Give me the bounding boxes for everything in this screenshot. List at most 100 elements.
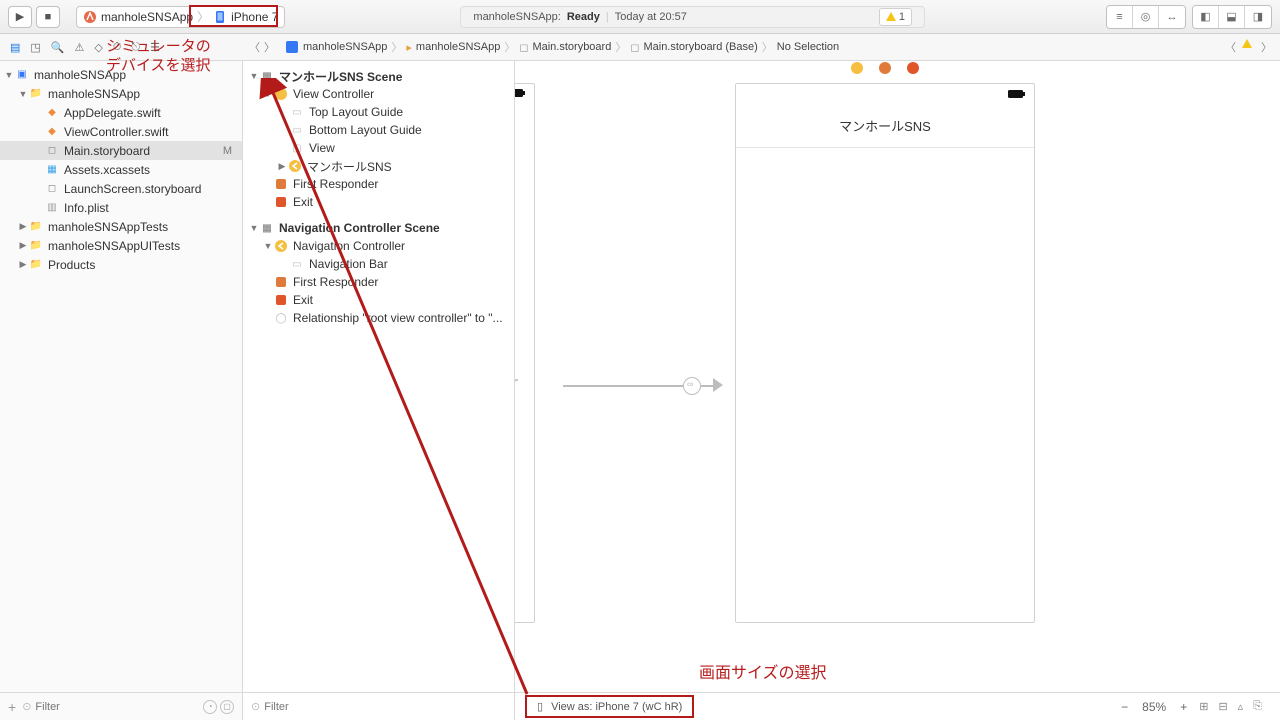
outline-filter-input[interactable]: [260, 701, 506, 713]
align-button[interactable]: ⊞: [1199, 700, 1208, 713]
toggle-debug-button[interactable]: ⬓: [1219, 6, 1245, 28]
crumb-base: Main.storyboard (Base): [643, 41, 757, 53]
jump-back-button[interactable]: 〈: [249, 39, 260, 55]
file-label: AppDelegate.swift: [64, 106, 161, 120]
embed-button[interactable]: ⎘: [1253, 700, 1262, 713]
pin-button[interactable]: ⊟: [1218, 700, 1227, 713]
breakpoint-navigator-tab[interactable]: ⎋: [131, 41, 140, 54]
jump-bar[interactable]: manholeSNSApp〉 ▸ manholeSNSApp〉 ◻ Main.s…: [281, 39, 843, 55]
file-row[interactable]: ◆ViewController.swift: [0, 122, 242, 141]
relationship-segue[interactable]: [563, 373, 733, 399]
project-row[interactable]: ▼ ▣ manholeSNSApp: [0, 65, 242, 84]
navcontroller-row[interactable]: ▼ Navigation Controller: [243, 237, 514, 255]
scene-row[interactable]: ▼▦ マンホールSNS Scene: [243, 67, 514, 85]
group-row[interactable]: ▶📁manholeSNSAppUITests: [0, 236, 242, 255]
navcontroller-scene-view[interactable]: [515, 83, 535, 623]
group-row[interactable]: ▼ 📁 manholeSNSApp: [0, 84, 242, 103]
test-navigator-tab[interactable]: ◇: [94, 41, 102, 54]
outline-label: Navigation Bar: [309, 257, 388, 271]
toggle-navigator-button[interactable]: ◧: [1193, 6, 1219, 28]
project-navigator: ▼ ▣ manholeSNSApp ▼ 📁 manholeSNSApp ◆App…: [0, 61, 243, 692]
relationship-row[interactable]: ◯Relationship "root view controller" to …: [243, 309, 514, 327]
group-label: Products: [48, 258, 95, 272]
symbol-navigator-tab[interactable]: 🔍: [51, 41, 65, 54]
add-button[interactable]: +: [8, 699, 16, 715]
first-responder-dot-icon[interactable]: [879, 62, 891, 74]
group-label: manholeSNSApp: [48, 87, 140, 101]
file-row-selected[interactable]: ◻Main.storyboard M: [0, 141, 242, 160]
exit-row[interactable]: Exit: [243, 193, 514, 211]
project-name: manholeSNSApp: [34, 68, 126, 82]
toggle-inspector-button[interactable]: ◨: [1245, 6, 1271, 28]
viewcontroller-scene-view[interactable]: マンホールSNS: [735, 83, 1035, 623]
issue-count-label: 1: [899, 11, 905, 23]
navigator-filter-bar: + ⊙ ◔ ▢: [0, 693, 243, 720]
outline-label: マンホールSNS: [307, 158, 392, 175]
stop-button[interactable]: ■: [36, 6, 60, 28]
layout-guide-row[interactable]: ▭Bottom Layout Guide: [243, 121, 514, 139]
exit-dot-icon[interactable]: [907, 62, 919, 74]
device-outline-icon: ▯: [537, 700, 543, 713]
file-label: Main.storyboard: [64, 144, 150, 158]
report-navigator-tab[interactable]: ☰: [150, 41, 160, 54]
source-control-navigator-tab[interactable]: ◳: [30, 41, 40, 54]
jump-forward-button[interactable]: 〉: [264, 39, 275, 55]
zoom-in-button[interactable]: +: [1180, 700, 1187, 714]
file-row[interactable]: ◻LaunchScreen.storyboard: [0, 179, 242, 198]
first-responder-row[interactable]: First Responder: [243, 273, 514, 291]
navitem-row[interactable]: ▶ マンホールSNS: [243, 157, 514, 175]
filter-icon: ⊙: [22, 700, 31, 713]
scheme-selector[interactable]: manholeSNSApp 〉 iPhone 7: [76, 6, 285, 28]
navbar-row[interactable]: ▭Navigation Bar: [243, 255, 514, 273]
debug-navigator-tab[interactable]: ⏱: [113, 41, 122, 54]
group-row[interactable]: ▶📁manholeSNSAppTests: [0, 217, 242, 236]
run-button[interactable]: ▶: [8, 6, 32, 28]
navigator-filter-input[interactable]: [31, 701, 200, 713]
ib-canvas[interactable]: r マンホールSNS: [515, 61, 1280, 692]
file-row[interactable]: ▦Assets.xcassets: [0, 160, 242, 179]
navigator-selector: ▤ ◳ 🔍 ⚠ ◇ ⏱ ⎋ ☰: [0, 41, 243, 54]
viewcontroller-row[interactable]: ▼ View Controller: [243, 85, 514, 103]
view-as-label: View as: iPhone 7 (wC hR): [551, 701, 682, 713]
zoom-out-button[interactable]: −: [1121, 700, 1128, 714]
next-file-button[interactable]: 〉: [1261, 39, 1272, 55]
exit-row[interactable]: Exit: [243, 291, 514, 309]
outline-label: First Responder: [293, 177, 378, 191]
first-responder-row[interactable]: First Responder: [243, 175, 514, 193]
version-editor-button[interactable]: ↔: [1159, 6, 1185, 28]
file-label: LaunchScreen.storyboard: [64, 182, 201, 196]
file-row[interactable]: ▥Info.plist: [0, 198, 242, 217]
outline-label: First Responder: [293, 275, 378, 289]
group-row[interactable]: ▶📁Products: [0, 255, 242, 274]
file-label: ViewController.swift: [64, 125, 168, 139]
vc-dot-icon[interactable]: [851, 62, 863, 74]
file-row[interactable]: ◆AppDelegate.swift: [0, 103, 242, 122]
document-outline: ▼▦ マンホールSNS Scene ▼ View Controller ▭Top…: [243, 61, 515, 692]
file-label: Assets.xcassets: [64, 163, 150, 177]
outline-label: Top Layout Guide: [309, 105, 403, 119]
outline-label: Exit: [293, 293, 313, 307]
find-navigator-tab[interactable]: ⚠: [75, 41, 85, 54]
assistant-editor-button[interactable]: ◎: [1133, 6, 1159, 28]
battery-icon: [515, 88, 526, 98]
project-navigator-tab[interactable]: ▤: [10, 41, 20, 54]
navcontroller-placeholder-text: r: [515, 371, 518, 397]
view-row[interactable]: ▢View: [243, 139, 514, 157]
standard-editor-button[interactable]: ≡: [1107, 6, 1133, 28]
scheme-device-label: iPhone 7: [231, 10, 278, 24]
outline-label: Relationship "root view controller" to "…: [293, 311, 503, 325]
outline-label: View: [309, 141, 335, 155]
recent-filter-button[interactable]: ◔: [203, 700, 217, 714]
view-as-control[interactable]: ▯ View as: iPhone 7 (wC hR): [525, 695, 694, 718]
outline-label: View Controller: [293, 87, 374, 101]
previous-file-button[interactable]: 〈: [1225, 39, 1236, 55]
resolve-issues-button[interactable]: ▵: [1238, 700, 1244, 713]
crumb-group: manholeSNSApp: [416, 41, 500, 53]
group-label: manholeSNSAppTests: [48, 220, 168, 234]
scm-filter-button[interactable]: ▢: [220, 700, 234, 714]
issue-indicator[interactable]: 1: [879, 8, 912, 26]
jump-bar-row: ▤ ◳ 🔍 ⚠ ◇ ⏱ ⎋ ☰ 〈 〉 manholeSNSApp〉 ▸ man…: [0, 34, 1280, 61]
scene-row[interactable]: ▼▦ Navigation Controller Scene: [243, 219, 514, 237]
layout-guide-row[interactable]: ▭Top Layout Guide: [243, 103, 514, 121]
zoom-level-label: 85%: [1142, 700, 1166, 714]
